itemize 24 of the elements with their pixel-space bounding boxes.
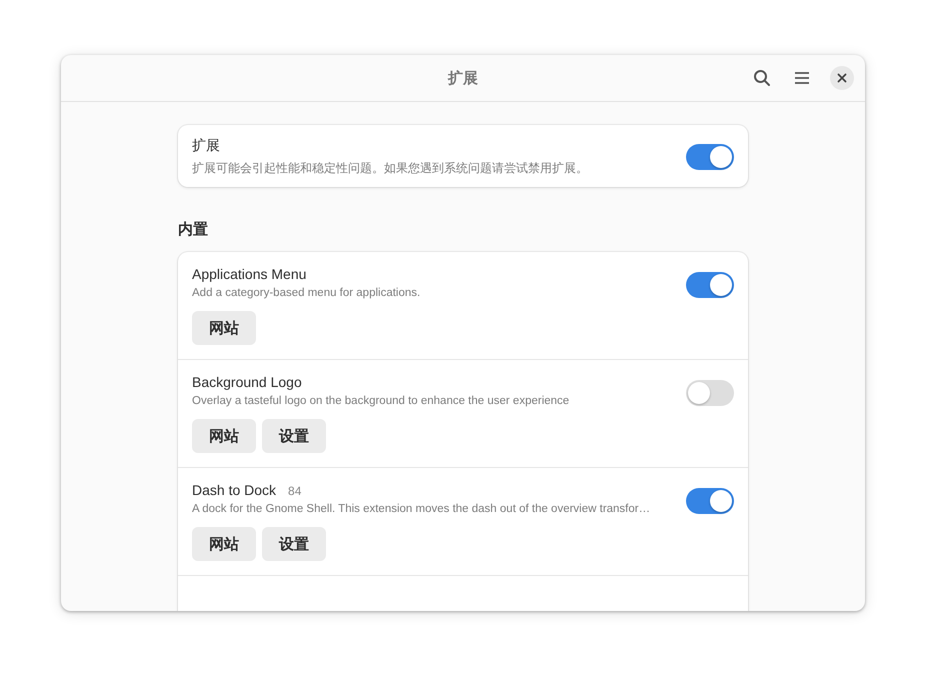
extension-button[interactable]: 设置 — [262, 419, 326, 453]
toggle-switch[interactable] — [686, 272, 734, 298]
extension-button[interactable]: 网站 — [192, 527, 256, 561]
extension-button[interactable]: 网站 — [192, 419, 256, 453]
close-icon — [837, 73, 847, 83]
extension-description: Overlay a tasteful logo on the background to enhance the user experience — [192, 395, 570, 407]
close-button[interactable] — [830, 66, 854, 90]
extension-description: Add a category-based menu for applications. — [192, 287, 422, 299]
row-description: 扩展可能会引起性能和稳定性问题。如果您遇到系统问题请尝试禁用扩展。 — [192, 160, 589, 177]
extension-button[interactable]: 设置 — [262, 527, 326, 561]
menu-icon — [794, 71, 810, 85]
section-heading: 内置 — [178, 220, 209, 239]
toggle-switch[interactable] — [686, 144, 734, 170]
toggle-switch[interactable] — [686, 488, 734, 514]
row-title: 扩展 — [192, 137, 221, 155]
toggle-switch[interactable] — [686, 380, 734, 406]
search-icon — [753, 69, 771, 87]
extension-description: A dock for the Gnome Shell. This extension moves the dash out of the overview transfor… — [192, 503, 652, 515]
extension-name: Background Logo — [192, 374, 302, 390]
version-label: 84 — [288, 484, 302, 498]
extension-name: Applications Menu — [192, 266, 306, 282]
window-title: 扩展 — [448, 68, 478, 88]
extension-button[interactable]: 网站 — [192, 311, 256, 345]
extension-name: Dash to Dock — [192, 482, 276, 498]
